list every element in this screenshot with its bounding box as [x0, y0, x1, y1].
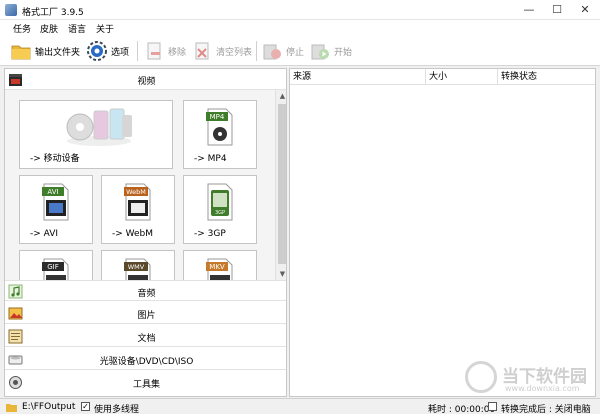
task-list: 来源 大小 转换状态 当下软件园 www.downxia.com	[289, 68, 596, 397]
format-grid-scrollbar[interactable]: ▲ ▼	[275, 90, 286, 280]
output-path[interactable]: E:\FFOutput	[22, 402, 75, 412]
elapsed-time: 耗时 : 00:00:00	[428, 405, 496, 414]
mp4-file-icon: MP4	[206, 108, 233, 146]
start-icon	[311, 44, 329, 60]
multithread-label: 使用多线程	[94, 405, 140, 414]
toolbar-divider	[256, 41, 257, 61]
category-image[interactable]: 图片	[5, 303, 286, 324]
mobile-device-icon	[66, 108, 132, 146]
status-bar: E:\FFOutput ✓ 使用多线程 耗时 : 00:00:00 转换完成后 …	[0, 398, 600, 414]
close-button[interactable]: ✕	[571, 0, 599, 20]
scroll-up-arrow-icon[interactable]: ▲	[276, 90, 286, 102]
after-convert-checkbox[interactable]	[488, 402, 497, 411]
file-badge-text: MP4	[210, 113, 225, 121]
after-convert-label: 转换完成后 : 关闭电脑	[501, 405, 591, 414]
folder-icon	[11, 45, 31, 60]
tile-wmv[interactable]: WMV	[101, 250, 175, 280]
tile-gif[interactable]: GIF	[19, 250, 93, 280]
scroll-thumb[interactable]	[278, 104, 286, 264]
file-badge-text: WebM	[126, 188, 146, 196]
wmv-file-icon: WMV	[124, 258, 151, 280]
menu-skin[interactable]: 皮肤	[40, 22, 58, 35]
maximize-button[interactable]: ☐	[543, 0, 571, 20]
title-bar: 格式工厂 3.9.5 — ☐ ✕	[0, 0, 600, 20]
clear-list-icon	[195, 42, 209, 60]
toolbar-divider	[137, 41, 138, 61]
column-header-size[interactable]: 大小	[426, 69, 498, 85]
category-video[interactable]: 视频	[5, 69, 286, 90]
menu-task[interactable]: 任务	[13, 22, 31, 35]
clear-list-button[interactable]: 清空列表	[191, 40, 253, 62]
output-folder-button[interactable]: 输出文件夹	[10, 40, 80, 62]
gear-icon	[87, 41, 107, 61]
avi-file-icon: AVI	[42, 183, 69, 221]
minimize-button[interactable]: —	[515, 0, 543, 20]
category-document[interactable]: 文档	[5, 326, 286, 347]
watermark: 当下软件园 www.downxia.com	[465, 361, 595, 395]
category-audio[interactable]: 音频	[5, 280, 286, 301]
stop-button[interactable]: 停止	[261, 40, 307, 62]
remove-file-icon	[147, 42, 161, 60]
remove-button[interactable]: 移除	[143, 40, 189, 62]
webm-file-icon: WebM	[124, 183, 151, 221]
tile-mobile-device[interactable]: -> 移动设备	[19, 100, 173, 169]
options-button[interactable]: 选项	[86, 40, 132, 62]
file-badge-text: MKV	[209, 263, 225, 271]
column-header-status[interactable]: 转换状态	[498, 69, 595, 85]
tile-mp4[interactable]: MP4 -> MP4	[183, 100, 257, 169]
tile-webm[interactable]: WebM -> WebM	[101, 175, 175, 244]
3gp-file-icon: 3GP	[207, 183, 233, 221]
menu-bar: 任务 皮肤 语言 关于	[0, 20, 600, 36]
file-badge-text: 3GP	[215, 210, 225, 216]
scroll-down-arrow-icon[interactable]: ▼	[276, 268, 286, 280]
file-badge-text: WMV	[128, 263, 145, 271]
toolbar: 输出文件夹 选项 移除 清空列表 停止 开始	[0, 36, 600, 66]
mkv-file-icon: MKV	[206, 258, 233, 280]
tile-mkv[interactable]: MKV	[183, 250, 257, 280]
menu-about[interactable]: 关于	[96, 22, 114, 35]
tile-3gp[interactable]: 3GP -> 3GP	[183, 175, 257, 244]
column-header-source[interactable]: 来源	[290, 69, 426, 85]
window-title: 格式工厂 3.9.5	[22, 8, 84, 18]
watermark-logo-icon	[465, 361, 497, 393]
start-button[interactable]: 开始	[309, 40, 355, 62]
gif-file-icon: GIF	[42, 258, 69, 280]
output-folder-icon	[6, 404, 17, 412]
app-logo-icon	[5, 4, 17, 16]
file-badge-text: AVI	[47, 188, 58, 196]
category-tools[interactable]: 工具集	[5, 372, 286, 393]
multithread-checkbox[interactable]: ✓	[81, 402, 90, 411]
stop-icon	[263, 44, 281, 60]
tile-avi[interactable]: AVI -> AVI	[19, 175, 93, 244]
video-format-grid: -> 移动设备 MP4 -> MP4 AVI -> AVI WebM -> We…	[5, 90, 275, 280]
category-disc-device[interactable]: 光驱设备\DVD\CD\ISO	[5, 349, 286, 370]
category-panel: 视频 -> 移动设备 MP4 -> MP4 AVI -> AVI WebM ->…	[4, 68, 287, 397]
file-badge-text: GIF	[47, 263, 59, 271]
menu-language[interactable]: 语言	[68, 22, 86, 35]
